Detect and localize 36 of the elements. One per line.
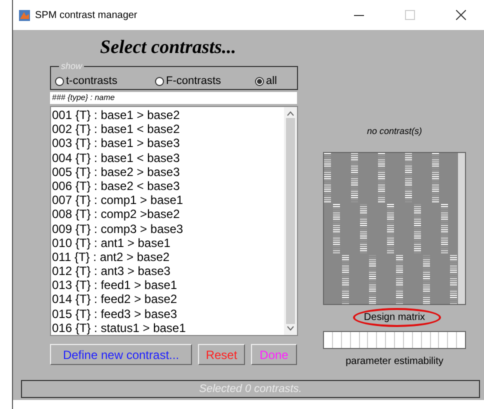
contrast-item[interactable]: 013 {T} : feed1 > base1 xyxy=(51,278,284,292)
scroll-up-icon[interactable] xyxy=(287,111,294,116)
scrollbar[interactable] xyxy=(284,107,297,335)
contrast-caption: no contrast(s) xyxy=(366,125,424,137)
contrast-item[interactable]: 012 {T} : ant3 > base3 xyxy=(51,264,284,278)
radio-button[interactable] xyxy=(55,76,64,86)
contrast-item[interactable]: 014 {T} : feed2 > base2 xyxy=(51,292,284,307)
list-header: ### {type} : name xyxy=(50,92,297,104)
radio-label[interactable]: t-contrasts xyxy=(66,75,118,87)
contrast-item[interactable]: 001 {T} : base1 > base2 xyxy=(51,108,284,122)
design-matrix-label: Design matrix xyxy=(364,311,426,325)
window-title: SPM contrast manager xyxy=(35,10,138,20)
contrast-item[interactable]: 010 {T} : ant1 > base1 xyxy=(51,236,284,250)
contrast-item[interactable]: 002 {T} : base1 < base2 xyxy=(51,122,284,136)
scroll-down-icon[interactable] xyxy=(287,326,294,331)
contrast-item[interactable]: 004 {T} : base1 < base3 xyxy=(51,150,284,165)
contrast-item[interactable]: 007 {T} : comp1 > base1 xyxy=(51,193,284,208)
define-contrast-button[interactable]: Define new contrast... xyxy=(50,344,192,365)
dialog-heading: Select contrasts... xyxy=(100,37,238,58)
app-icon xyxy=(19,10,30,20)
minimize-icon[interactable] xyxy=(354,14,364,16)
contrast-item[interactable]: 009 {T} : comp3 > base3 xyxy=(51,222,284,236)
radio-button[interactable] xyxy=(255,76,264,86)
close-icon[interactable] xyxy=(456,10,466,20)
contrast-item[interactable]: 015 {T} : feed3 > base3 xyxy=(51,306,284,321)
radio-label[interactable]: all xyxy=(266,75,278,87)
contrast-item[interactable]: 006 {T} : base2 < base3 xyxy=(51,178,284,194)
radio-label[interactable]: F-contrasts xyxy=(166,75,222,87)
contrast-item[interactable]: 011 {T} : ant2 > base2 xyxy=(51,250,284,264)
contrast-list[interactable] xyxy=(50,106,298,336)
contrast-item[interactable]: 003 {T} : base1 > base3 xyxy=(51,136,284,151)
radio-button[interactable] xyxy=(155,76,164,86)
contrast-item[interactable]: 008 {T} : comp2 >base2 xyxy=(51,207,284,222)
estimability-caption: parameter estimability xyxy=(344,356,444,368)
contrast-item[interactable]: 005 {T} : base2 > base3 xyxy=(51,164,284,179)
contrast-item[interactable]: 016 {T} : status1 > base1 xyxy=(51,320,284,335)
